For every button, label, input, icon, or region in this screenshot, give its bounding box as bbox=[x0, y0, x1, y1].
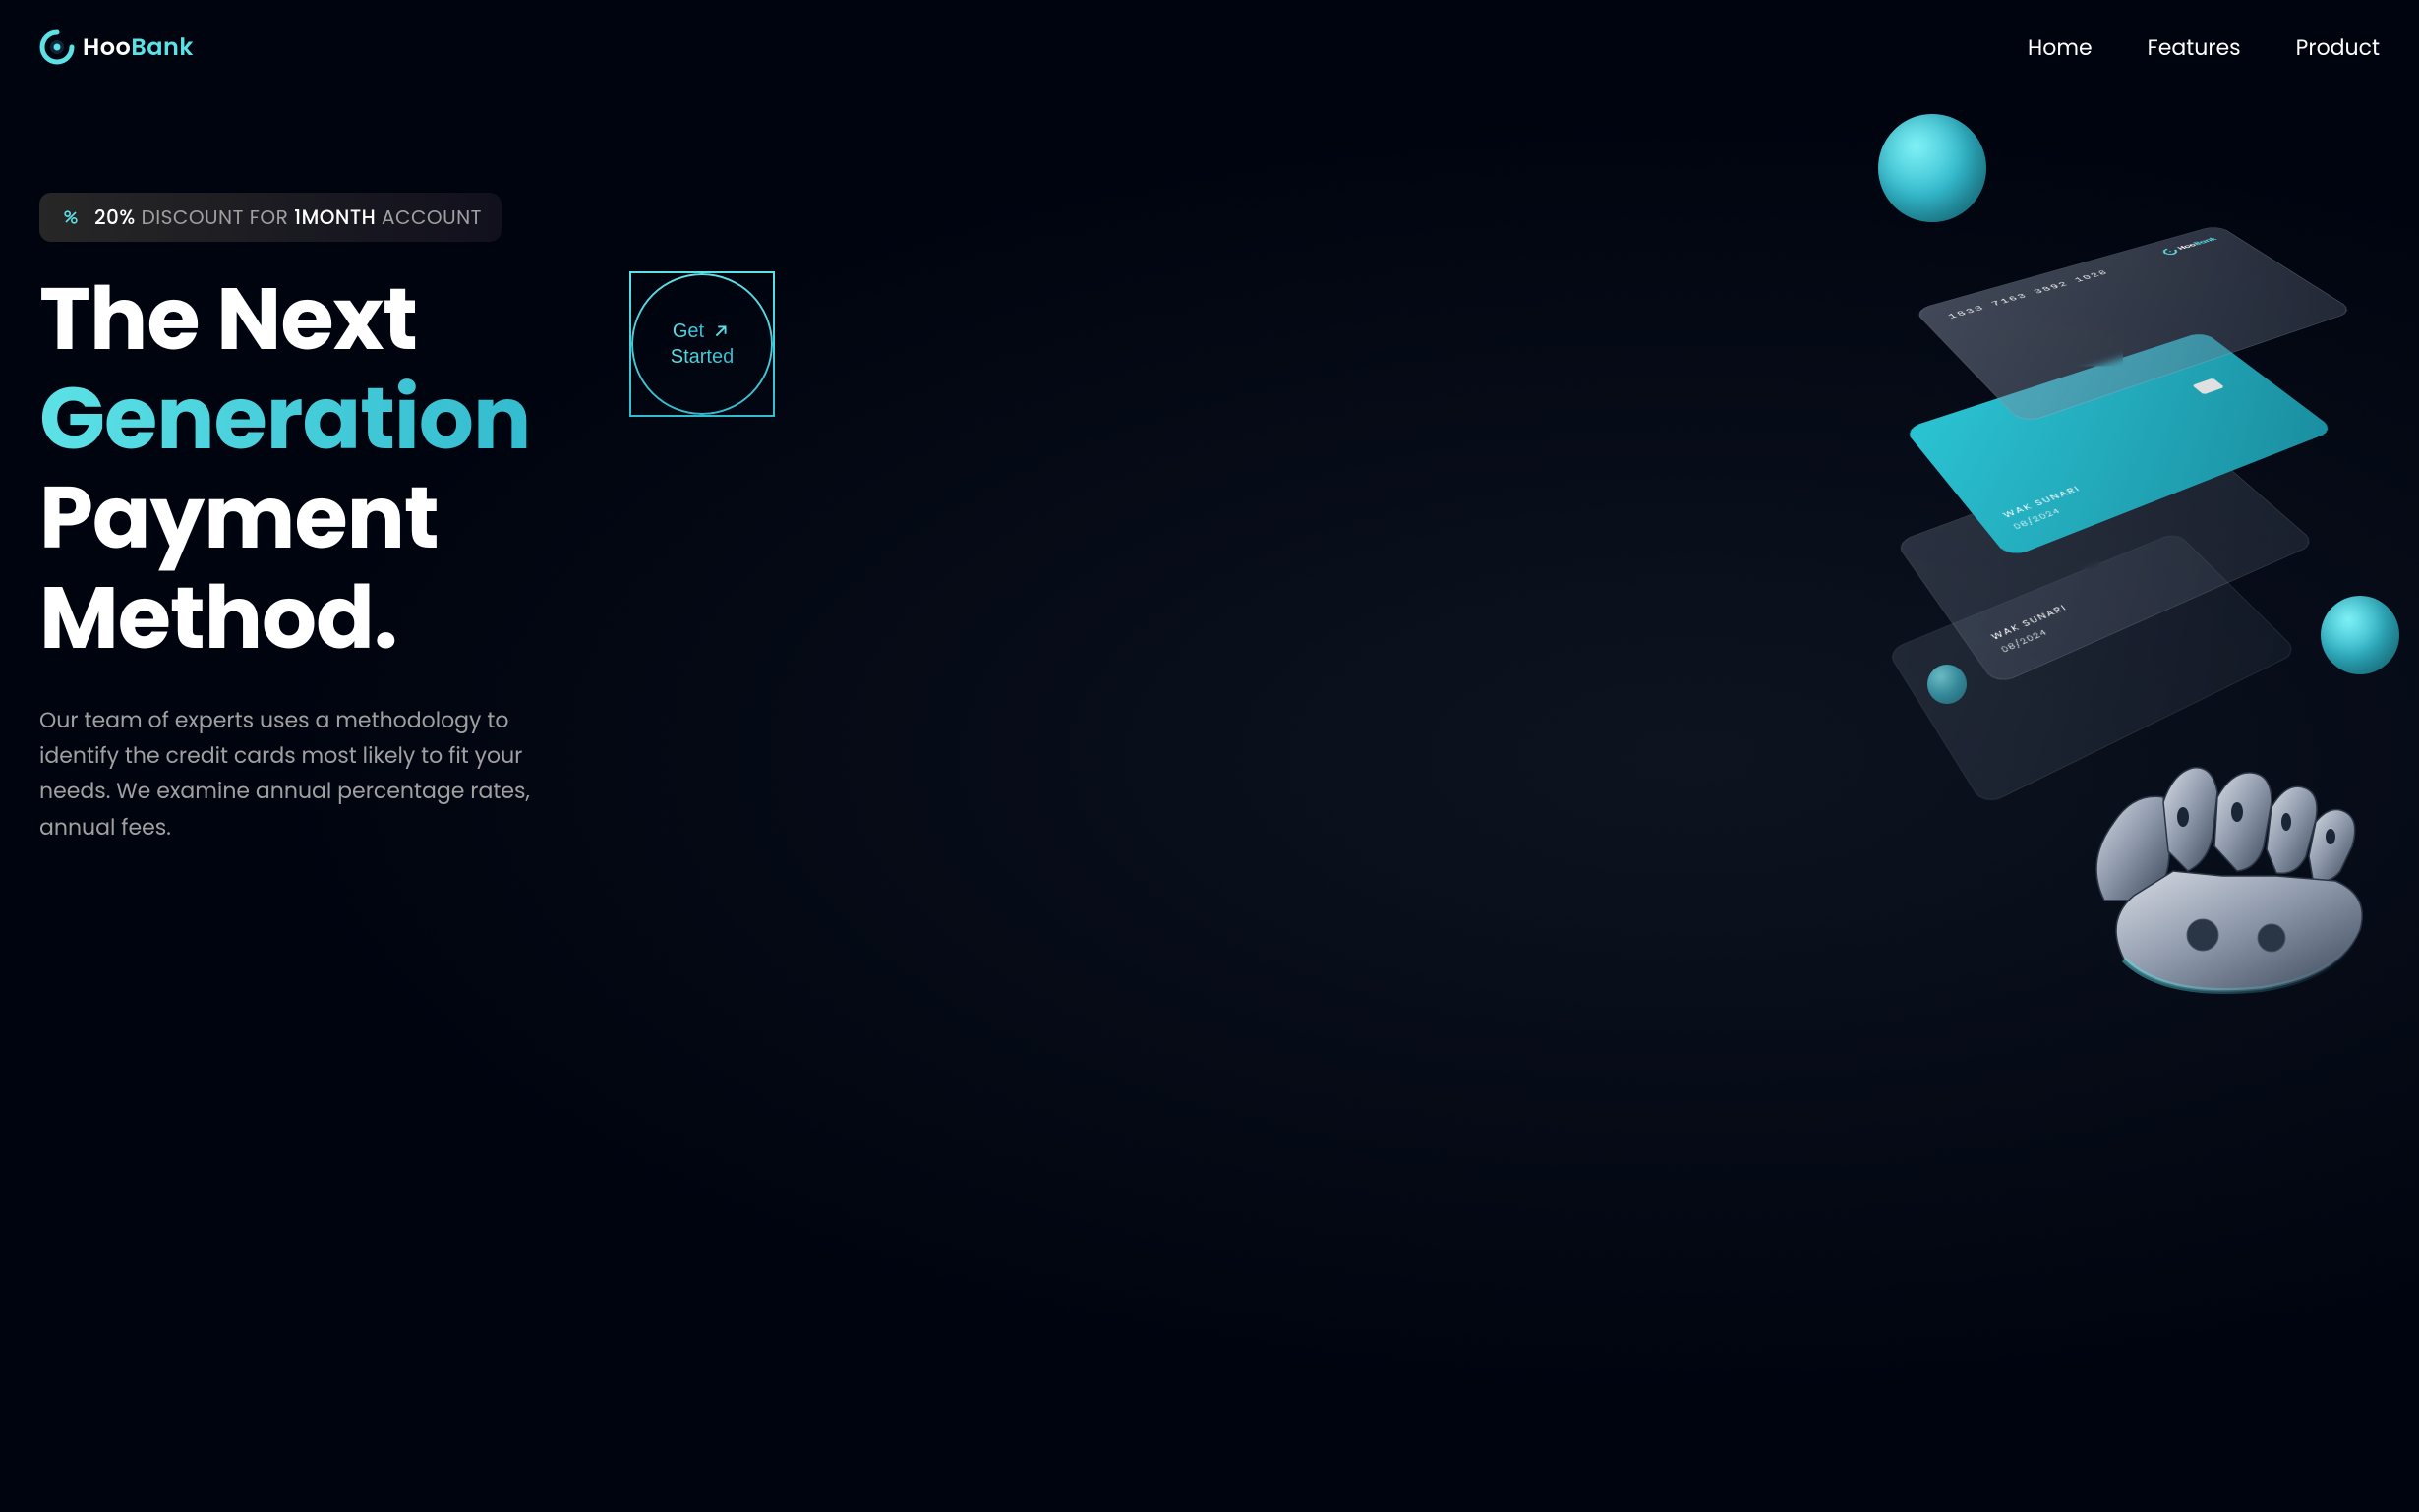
credit-card-stack: WAK SUNARI 08/2024 WAK SUNARI 08/2024 18… bbox=[1918, 193, 2350, 665]
logo-text: HooBank bbox=[83, 30, 194, 65]
discount-badge: 20% DISCOUNT FOR 1MONTH ACCOUNT bbox=[39, 193, 502, 242]
credit-card-layer: 1833 7163 3892 1028 HooBank bbox=[1913, 225, 2354, 425]
logo-icon bbox=[39, 29, 75, 65]
hero-section: 20% DISCOUNT FOR 1MONTH ACCOUNT The Next… bbox=[39, 153, 2380, 845]
card-expiry: 08/2024 bbox=[2010, 506, 2063, 533]
brand-logo[interactable]: HooBank bbox=[39, 29, 194, 65]
nav-link-home[interactable]: Home bbox=[2028, 32, 2093, 63]
robot-hand-illustration bbox=[1986, 724, 2399, 999]
arrow-up-right-icon bbox=[710, 320, 732, 342]
credit-card-layer: WAK SUNARI 08/2024 bbox=[1904, 331, 2335, 558]
card-holder-name: WAK SUNARI bbox=[2000, 484, 2084, 521]
nav-links: Home Features Product bbox=[2028, 31, 2380, 64]
card-brand-logo: HooBank bbox=[2159, 235, 2219, 256]
card-number: 1833 7163 3892 1028 bbox=[1946, 269, 2111, 320]
hero-graphic: WAK SUNARI 08/2024 WAK SUNARI 08/2024 18… bbox=[1750, 75, 2419, 960]
nav-link-features[interactable]: Features bbox=[2148, 32, 2241, 63]
card-expiry: 08/2024 bbox=[1998, 626, 2050, 656]
card-chip-icon bbox=[2192, 378, 2224, 395]
credit-card-layer: WAK SUNARI 08/2024 bbox=[1895, 434, 2317, 686]
discount-text: 20% DISCOUNT FOR 1MONTH ACCOUNT bbox=[94, 203, 482, 232]
logo-icon bbox=[2159, 247, 2179, 256]
credit-card-layer bbox=[1886, 532, 2298, 807]
get-started-button[interactable]: Get Started bbox=[629, 271, 775, 417]
hero-description: Our team of experts uses a methodology t… bbox=[39, 703, 590, 845]
sphere-decoration bbox=[1878, 114, 1986, 222]
navbar: HooBank Home Features Product bbox=[39, 29, 2380, 65]
nav-link-product[interactable]: Product bbox=[2296, 32, 2380, 63]
sphere-decoration bbox=[1927, 665, 1967, 704]
sphere-decoration bbox=[2321, 596, 2399, 674]
discount-icon bbox=[59, 205, 83, 229]
card-holder-name: WAK SUNARI bbox=[1988, 602, 2070, 643]
